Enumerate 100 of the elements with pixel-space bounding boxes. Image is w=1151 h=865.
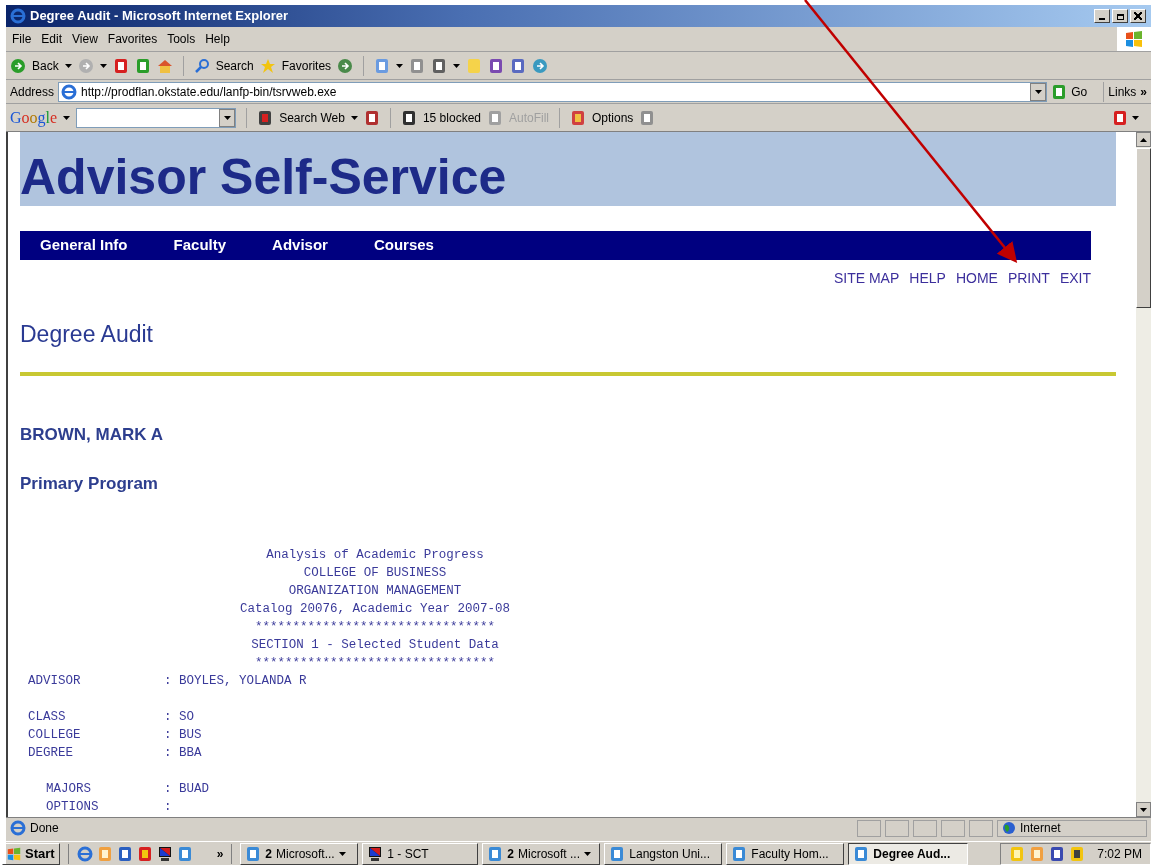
- caret-icon[interactable]: [453, 63, 461, 68]
- start-button[interactable]: Start: [2, 842, 60, 865]
- taskbar-button[interactable]: Degree Aud...: [848, 842, 969, 865]
- scroll-thumb[interactable]: [1136, 148, 1151, 308]
- field-label: OPTIONS: [45, 798, 100, 816]
- caret-icon[interactable]: [99, 63, 107, 68]
- nav-item[interactable]: Advisor: [272, 234, 328, 257]
- menu-item[interactable]: File: [12, 30, 32, 48]
- menu-item[interactable]: View: [72, 30, 98, 48]
- field-label: ADVISOR: [28, 672, 82, 690]
- favorites-button[interactable]: Favorites: [281, 56, 332, 75]
- options-button[interactable]: Options: [592, 108, 634, 127]
- document-icon[interactable]: [487, 845, 504, 862]
- caret-icon[interactable]: [584, 851, 591, 856]
- document-icon[interactable]: [609, 845, 626, 862]
- menu-item[interactable]: Tools: [167, 30, 196, 48]
- nav-item[interactable]: Faculty: [173, 234, 227, 257]
- field-label: COLLEGE: [28, 726, 82, 744]
- task-label: Faculty Hom...: [751, 845, 829, 863]
- menu-item[interactable]: Edit: [41, 30, 63, 48]
- taskbar-button[interactable]: 2 Microsoft ...: [482, 842, 601, 865]
- windows-logo-icon: [7, 846, 21, 861]
- field-value: :: [164, 798, 172, 816]
- scroll-up-button[interactable]: [1136, 132, 1151, 147]
- task-label: 1 - SCT: [387, 845, 429, 863]
- restore-button[interactable]: [1112, 9, 1128, 23]
- links-button[interactable]: Links: [1108, 82, 1137, 101]
- taskbar-button[interactable]: Faculty Hom...: [726, 842, 845, 865]
- report-header-line: ********************************: [254, 618, 495, 636]
- header-link[interactable]: HOME: [955, 268, 998, 289]
- task-label: Microsoft ...: [518, 845, 580, 863]
- task-label: Microsoft...: [276, 845, 335, 863]
- status-text: Done: [30, 820, 60, 837]
- caret-icon[interactable]: [396, 63, 404, 68]
- taskbar-button[interactable]: 1 - SCT: [362, 842, 479, 865]
- header-link[interactable]: EXIT: [1059, 268, 1091, 289]
- menu-item[interactable]: Help: [205, 30, 230, 48]
- page-heading: Degree Audit: [20, 320, 154, 349]
- monitor-icon[interactable]: [367, 845, 384, 862]
- blocked-button[interactable]: 15 blocked: [422, 108, 481, 127]
- browser-icon[interactable]: [76, 845, 93, 862]
- page-icon[interactable]: [61, 83, 78, 100]
- task-label: Degree Aud...: [873, 845, 951, 863]
- field-value: : BUS: [164, 726, 202, 744]
- scroll-down-button[interactable]: [1136, 802, 1151, 817]
- scrollbar[interactable]: [1136, 132, 1151, 817]
- taskbar-button[interactable]: Langston Uni...: [604, 842, 723, 865]
- field-label: MAJORS: [45, 780, 92, 798]
- back-button[interactable]: Back: [32, 56, 59, 75]
- header-link[interactable]: SITE MAP: [833, 268, 900, 289]
- taskbar-button[interactable]: 2 Microsoft...: [240, 842, 359, 865]
- field-value: : BUAD: [164, 780, 209, 798]
- more-button[interactable]: »: [216, 844, 224, 863]
- globe-icon: [1002, 821, 1016, 835]
- nav-item[interactable]: Courses: [373, 234, 434, 257]
- caret-icon[interactable]: [350, 115, 358, 120]
- student-name: BROWN, MARK A: [20, 423, 164, 446]
- caret-icon: [1034, 89, 1042, 94]
- document-icon[interactable]: [245, 845, 262, 862]
- search-button[interactable]: Search: [215, 56, 254, 75]
- report-header-line: Catalog 20076, Academic Year 2007-08: [239, 600, 510, 618]
- windows-logo-icon: [1117, 27, 1151, 51]
- chevron-button[interactable]: »: [1140, 82, 1147, 101]
- caret-icon[interactable]: [64, 63, 72, 68]
- dropdown-button[interactable]: [219, 108, 236, 127]
- minimize-button[interactable]: [1094, 9, 1110, 23]
- document-icon[interactable]: [176, 845, 193, 862]
- search-icon[interactable]: [193, 57, 210, 74]
- status-pane: [885, 819, 909, 837]
- page-icon[interactable]: [10, 820, 26, 836]
- menu-item[interactable]: Favorites: [107, 30, 158, 48]
- google-logo[interactable]: Google: [10, 105, 58, 130]
- caret-icon[interactable]: [63, 115, 71, 120]
- banner-title: Advisor Self-Service: [20, 152, 507, 202]
- search-web-button[interactable]: Search Web: [279, 108, 345, 127]
- address-field[interactable]: http://prodflan.okstate.edu/lanfp-bin/tsrvweb.exe: [58, 81, 1048, 102]
- document-icon[interactable]: [116, 845, 133, 862]
- up-arrow-icon: [1140, 137, 1147, 142]
- report-header-line: ********************************: [254, 654, 495, 672]
- home-icon[interactable]: [156, 57, 173, 74]
- program-title: Primary Program: [20, 473, 159, 495]
- clock: 7:02 PM: [1097, 845, 1142, 863]
- go-button[interactable]: Go: [1071, 82, 1100, 101]
- nav-item[interactable]: General Info: [40, 234, 128, 257]
- browser-icon[interactable]: [10, 8, 26, 24]
- header-link[interactable]: HELP: [909, 268, 946, 289]
- dropdown-button[interactable]: [1030, 82, 1047, 101]
- star-icon[interactable]: [259, 57, 276, 74]
- document-icon[interactable]: [731, 845, 748, 862]
- monitor-icon[interactable]: [156, 845, 173, 862]
- status-pane: [969, 819, 993, 837]
- caret-icon[interactable]: [1132, 115, 1139, 120]
- task-label: Langston Uni...: [629, 845, 711, 863]
- address-label: Address: [10, 83, 55, 101]
- close-button[interactable]: [1130, 9, 1146, 23]
- caret-icon[interactable]: [338, 851, 346, 856]
- document-icon[interactable]: [853, 845, 870, 862]
- field-label: CLASS: [28, 708, 67, 726]
- google-search-field[interactable]: [76, 107, 237, 128]
- header-link[interactable]: PRINT: [1007, 268, 1050, 289]
